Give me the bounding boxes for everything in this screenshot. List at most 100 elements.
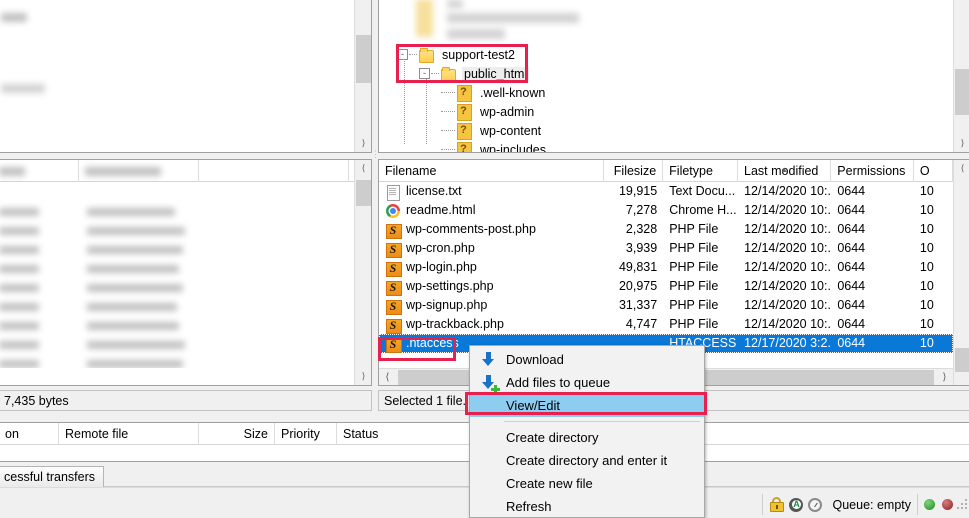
pane-splitter-grip[interactable]: ⋮ — [371, 150, 380, 159]
menu-item-refresh[interactable]: Refresh — [470, 495, 704, 518]
menu-item-create-new-file[interactable]: Create new file — [470, 472, 704, 495]
blurred-text — [87, 227, 185, 235]
table-row[interactable]: wp-signup.php 31,337 PHP File 12/14/2020… — [379, 296, 953, 315]
connection-indicators[interactable]: A Queue: empty — [762, 494, 917, 515]
table-row[interactable]: wp-trackback.php 4,747 PHP File 12/14/20… — [379, 315, 953, 334]
blurred-text — [1, 84, 45, 93]
local-tree-vertical-scrollbar[interactable]: ⟩ — [354, 0, 371, 152]
chevron-right-icon[interactable]: ⟩ — [936, 369, 953, 386]
column-header-remote-file[interactable]: Remote file — [59, 422, 199, 445]
last-modified: 12/14/2020 10:... — [744, 317, 832, 331]
column-header-owner[interactable]: O — [914, 160, 953, 182]
table-row[interactable]: wp-login.php 49,831 PHP File 12/14/2020 … — [379, 258, 953, 277]
table-row[interactable]: wp-cron.php 3,939 PHP File 12/14/2020 10… — [379, 239, 953, 258]
resize-grip[interactable] — [957, 498, 969, 511]
blurred-text — [0, 303, 39, 311]
chevron-up-icon[interactable]: ⟨ — [954, 160, 969, 177]
remote-file-list-header[interactable]: Filename Filesize Filetype ▲ Last modifi… — [379, 160, 953, 182]
owner: 10 — [919, 317, 934, 331]
table-row[interactable]: wp-comments-post.php 2,328 PHP File 12/1… — [379, 220, 953, 239]
local-file-list-header[interactable] — [0, 160, 354, 182]
collapse-icon[interactable]: - — [419, 68, 430, 79]
tree-node-wp-content[interactable]: ? wp-content — [441, 121, 543, 140]
remote-tree-vertical-scrollbar[interactable]: ⟩ — [953, 0, 969, 152]
permissions: 0644 — [837, 336, 866, 350]
remote-directory-tree-pane[interactable]: - support-test2 - public_html ? .well-kn… — [378, 0, 969, 153]
tree-node-public-html[interactable]: - public_html — [419, 64, 530, 83]
blurred-text — [0, 360, 39, 368]
local-file-list-content[interactable] — [0, 160, 354, 368]
file-size: 49,831 — [618, 260, 658, 274]
column-header-priority[interactable]: Priority — [275, 422, 337, 445]
tree-node-label: .well-known — [480, 85, 546, 100]
chevron-down-icon[interactable]: ⟩ — [355, 135, 372, 152]
scrollbar-thumb[interactable] — [955, 348, 969, 372]
tree-node-wp-admin[interactable]: ? wp-admin — [441, 102, 536, 121]
context-menu[interactable]: Download Add files to queue View/Edit Cr… — [469, 345, 705, 518]
menu-item-add-files-to-queue[interactable]: Add files to queue — [470, 371, 704, 394]
tree-node-well-known[interactable]: ? .well-known — [441, 83, 547, 102]
chevron-down-icon[interactable]: ⟩ — [954, 135, 969, 152]
menu-item-download[interactable]: Download — [470, 348, 704, 371]
local-tree-content[interactable] — [0, 0, 354, 152]
tab-successful-transfers[interactable]: cessful transfers — [0, 466, 105, 487]
folder-icon — [441, 66, 457, 82]
permissions: 0644 — [837, 184, 866, 198]
last-modified: 12/14/2020 10:... — [744, 279, 832, 293]
column-header-size[interactable]: Size — [199, 422, 275, 445]
remote-tree-content[interactable]: - support-test2 - public_html ? .well-kn… — [379, 0, 953, 152]
column-header[interactable] — [199, 160, 349, 182]
menu-item-create-directory[interactable]: Create directory — [470, 426, 704, 449]
menu-item-view-edit[interactable]: View/Edit — [470, 394, 704, 417]
last-modified: 12/14/2020 10:... — [744, 203, 832, 217]
blurred-text — [447, 29, 505, 39]
permissions: 0644 — [837, 317, 866, 331]
tree-line — [441, 149, 455, 150]
download-arrow-icon — [480, 351, 497, 368]
scrollbar-thumb[interactable] — [356, 35, 371, 83]
lock-icon[interactable] — [769, 497, 785, 512]
php-file-icon — [385, 241, 402, 258]
permissions: 0644 — [837, 222, 866, 236]
question-glyph: ? — [460, 124, 467, 136]
question-glyph: ? — [460, 86, 467, 98]
column-header-direction[interactable]: on — [0, 422, 59, 445]
tree-node-label: wp-content — [480, 123, 542, 138]
menu-item-create-directory-and-enter[interactable]: Create directory and enter it — [470, 449, 704, 472]
unknown-folder-icon: ? — [457, 104, 472, 121]
table-row[interactable]: license.txt 19,915 Text Docu... 12/14/20… — [379, 182, 953, 201]
scrollbar-thumb[interactable] — [356, 180, 371, 206]
chevron-up-icon[interactable]: ⟨ — [355, 160, 372, 177]
column-header-filetype[interactable]: Filetype — [663, 160, 739, 182]
remote-list-vertical-scrollbar[interactable]: ⟨ — [953, 160, 969, 385]
tree-node-label: support-test2 — [442, 47, 515, 62]
unknown-folder-icon: ? — [457, 142, 472, 152]
speed-gauge-icon[interactable] — [807, 497, 823, 513]
column-header-filesize[interactable]: Filesize — [604, 160, 664, 182]
scrollbar-thumb[interactable] — [955, 69, 969, 115]
permissions: 0644 — [837, 203, 866, 217]
column-header-last-modified[interactable]: ▲ Last modified — [738, 160, 832, 182]
chevron-down-icon[interactable]: ⟩ — [355, 368, 372, 385]
column-header-status[interactable]: Status — [337, 423, 457, 445]
remote-file-list-content[interactable]: Filename Filesize Filetype ▲ Last modifi… — [379, 160, 953, 368]
tree-node-support-test2[interactable]: - support-test2 — [397, 45, 517, 64]
blurred-text — [0, 227, 39, 235]
file-type: PHP File — [669, 298, 719, 312]
local-status-bar: 7,435 bytes — [0, 390, 372, 411]
text-file-icon — [385, 184, 401, 201]
settings-gear-icon[interactable]: A — [788, 497, 804, 513]
table-row[interactable]: wp-settings.php 20,975 PHP File 12/14/20… — [379, 277, 953, 296]
php-file-icon — [385, 222, 402, 239]
tree-node-wp-includes[interactable]: ? wp-includes — [441, 140, 548, 152]
menu-item-label: Create new file — [506, 476, 593, 491]
table-row[interactable]: readme.html 7,278 Chrome H... 12/14/2020… — [379, 201, 953, 220]
local-list-vertical-scrollbar[interactable]: ⟨ ⟩ — [354, 160, 371, 385]
collapse-icon[interactable]: - — [397, 49, 408, 60]
local-directory-tree-pane[interactable]: ⟩ — [0, 0, 372, 153]
column-header-filename[interactable]: Filename — [379, 160, 604, 182]
chevron-left-icon[interactable]: ⟨ — [379, 369, 396, 386]
local-file-list-pane[interactable]: ⟨ ⟩ — [0, 159, 372, 386]
column-header-permissions[interactable]: Permissions — [831, 160, 914, 182]
blurred-text — [0, 284, 39, 292]
